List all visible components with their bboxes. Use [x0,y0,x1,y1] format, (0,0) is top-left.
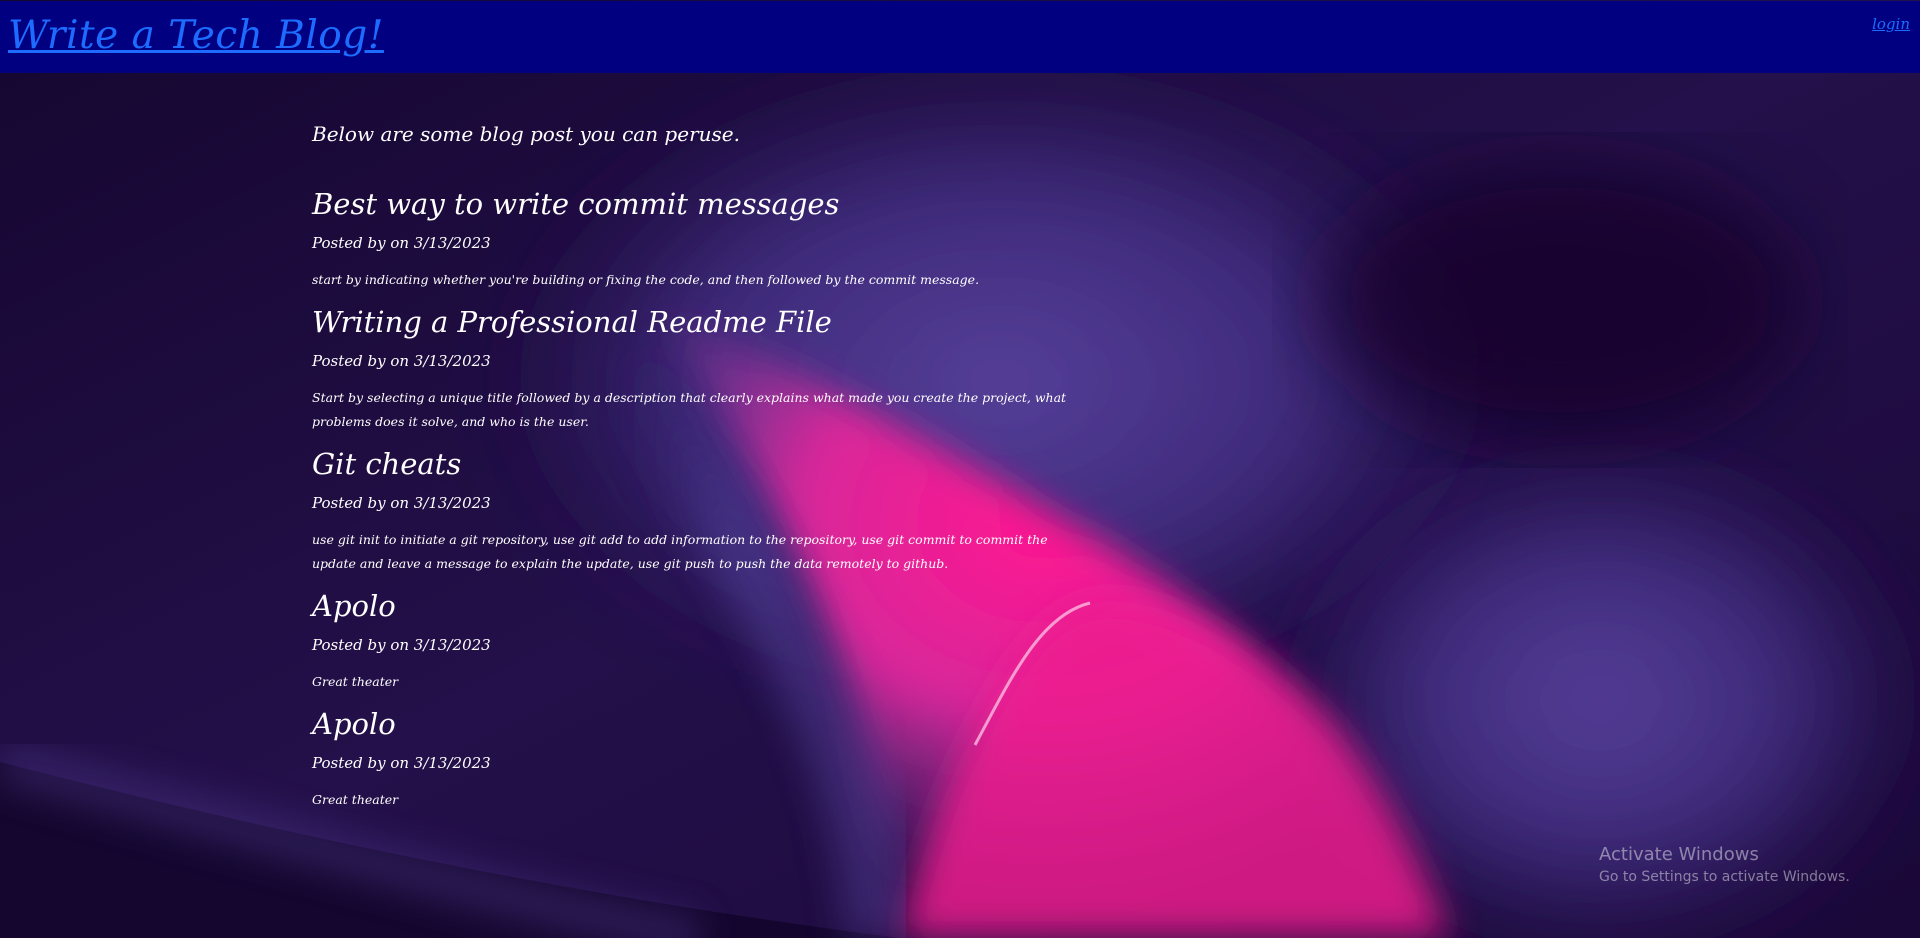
watermark-title: Activate Windows [1599,844,1759,865]
post-title[interactable]: Writing a Professional Readme File [312,302,1072,342]
post-meta: Posted by on 3/13/2023 [312,234,491,252]
post-item: Best way to write commit messages Posted… [312,184,1072,292]
post-meta: Posted by on 3/13/2023 [312,754,491,772]
post-item: Writing a Professional Readme File Poste… [312,302,1072,434]
post-body: Start by selecting a unique title follow… [312,390,1067,429]
login-link[interactable]: login [1872,15,1910,33]
post-body: Great theater [312,674,399,689]
site-title-link[interactable]: Write a Tech Blog! [8,11,384,61]
post-meta: Posted by on 3/13/2023 [312,352,491,370]
post-item: Apolo Posted by on 3/13/2023 Great theat… [312,704,1072,812]
post-title[interactable]: Git cheats [312,444,1072,484]
post-title[interactable]: Best way to write commit messages [312,184,1072,224]
post-meta: Posted by on 3/13/2023 [312,494,491,512]
post-title[interactable]: Apolo [312,586,1072,626]
post-item: Apolo Posted by on 3/13/2023 Great theat… [312,586,1072,694]
intro-text: Below are some blog post you can peruse. [312,122,740,146]
post-title[interactable]: Apolo [312,704,1072,744]
post-meta: Posted by on 3/13/2023 [312,636,491,654]
post-list: Below are some blog post you can peruse.… [312,118,1072,822]
post-body: start by indicating whether you're build… [312,272,980,287]
site-header: Write a Tech Blog! login [0,1,1920,73]
activate-windows-watermark: Activate Windows Go to Settings to activ… [1599,843,1850,887]
post-item: Git cheats Posted by on 3/13/2023 use gi… [312,444,1072,576]
post-body: Great theater [312,792,399,807]
watermark-subtitle: Go to Settings to activate Windows. [1599,869,1850,885]
post-body: use git init to initiate a git repositor… [312,532,1048,571]
